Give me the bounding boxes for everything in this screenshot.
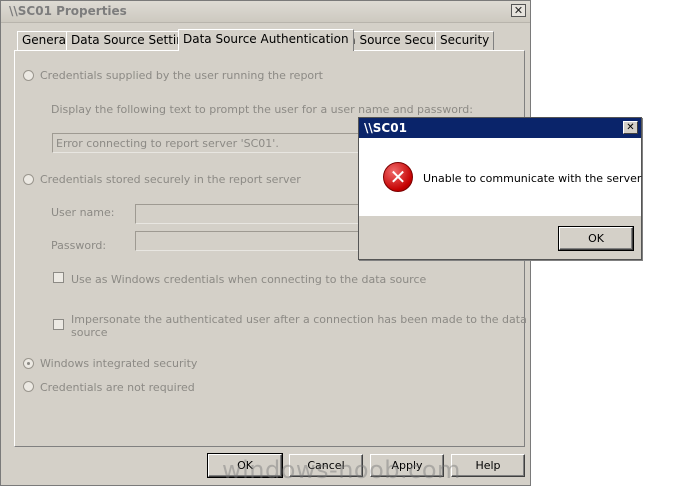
apply-button[interactable]: Apply — [370, 454, 444, 477]
error-dialog: \\SC01 ✕ ✕ Unable to communicate with th… — [358, 117, 642, 260]
radio-user-supplied[interactable] — [23, 70, 34, 81]
password-input[interactable] — [135, 231, 361, 251]
error-icon: ✕ — [383, 162, 413, 192]
help-button[interactable]: Help — [451, 454, 525, 477]
dialog-title: \\SC01 — [364, 121, 407, 135]
dialog-ok-button[interactable]: OK — [558, 226, 634, 251]
label-windows-integrated: Windows integrated security — [40, 357, 198, 370]
checkbox-impersonate[interactable] — [53, 319, 64, 330]
prompt-label: Display the following text to prompt the… — [51, 103, 473, 116]
label-stored-credentials: Credentials stored securely in the repor… — [40, 173, 301, 186]
label-not-required: Credentials are not required — [40, 381, 195, 394]
tab-security[interactable]: Security — [435, 31, 495, 50]
username-input[interactable] — [135, 204, 361, 224]
label-user-supplied: Credentials supplied by the user running… — [40, 69, 323, 82]
window-title: \\SC01 Properties — [9, 4, 127, 18]
label-impersonate-line1: Impersonate the authenticated user after… — [71, 313, 527, 326]
tab-data-source-authentication[interactable]: Data Source Authentication — [178, 29, 354, 51]
cancel-button[interactable]: Cancel — [289, 454, 363, 477]
label-use-windows-credentials: Use as Windows credentials when connecti… — [71, 273, 427, 286]
password-label: Password: — [51, 239, 107, 252]
label-impersonate-line2: source — [71, 326, 108, 339]
radio-not-required[interactable] — [23, 381, 34, 392]
title-bar[interactable]: \\SC01 Properties ✕ — [1, 1, 530, 23]
checkbox-use-windows-credentials[interactable] — [53, 272, 64, 283]
radio-stored-credentials[interactable] — [23, 174, 34, 185]
dialog-title-bar[interactable]: \\SC01 ✕ — [359, 118, 641, 138]
dialog-close-button[interactable]: ✕ — [623, 121, 638, 134]
username-label: User name: — [51, 206, 115, 219]
prompt-text-field[interactable]: Error connecting to report server 'SC01'… — [52, 133, 362, 153]
dialog-message: Unable to communicate with the server — [423, 172, 642, 185]
radio-windows-integrated[interactable] — [23, 358, 34, 369]
dialog-body: ✕ Unable to communicate with the server — [359, 138, 641, 216]
close-button[interactable]: ✕ — [511, 4, 526, 17]
ok-button[interactable]: OK — [207, 453, 283, 478]
